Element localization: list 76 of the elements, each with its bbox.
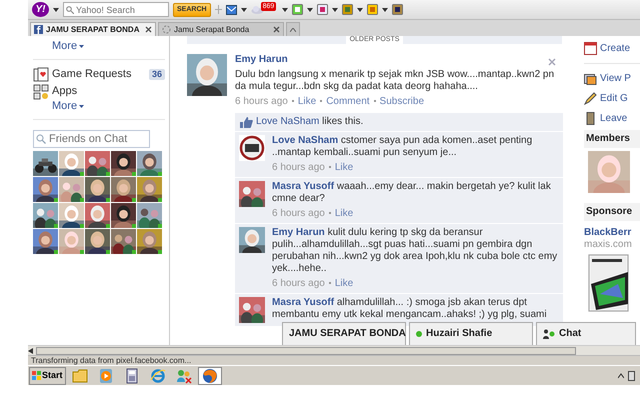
action-link[interactable]: Comment <box>326 96 370 107</box>
browser-tab[interactable]: Jamu Serapat Bonda <box>158 22 284 36</box>
arrow-icon <box>28 348 34 354</box>
comment-text: Emy Harun kulit dulu kering tp skg da beransur pulih...alhamdulillah...sgt puas hati...suami pn gembira dgn perubahan nih...kwn2 yg dok area Ipoh,klu nk cuba bole ctc emy yek....hehe.. <box>272 227 558 275</box>
chevron-icon[interactable] <box>618 372 624 378</box>
chat-people-icon <box>543 329 555 339</box>
cards-icon <box>33 66 49 83</box>
caret-icon <box>79 45 84 48</box>
side-link[interactable]: Leave <box>584 110 640 127</box>
side-link[interactable]: Create <box>584 40 640 57</box>
search-icon <box>36 134 46 144</box>
browser-tab[interactable]: JAMU SERAPAT BONDA <box>30 22 156 36</box>
calendar-icon <box>584 42 597 55</box>
new-tab-button[interactable] <box>286 22 300 36</box>
chat-tab[interactable]: JAMU SERAPAT BONDA <box>282 322 406 345</box>
caret-icon <box>290 28 296 32</box>
yahoo-logo[interactable]: Y! <box>32 2 49 17</box>
action-link[interactable]: Subscribe <box>380 96 424 107</box>
app-icon[interactable] <box>392 4 403 15</box>
search-field[interactable]: Yahoo! Search <box>63 2 169 17</box>
more-link[interactable]: More <box>33 100 84 114</box>
section-header: Members <box>584 130 640 148</box>
author-name[interactable]: Emy Harun <box>235 54 563 66</box>
count-badge: 36 <box>148 69 165 80</box>
search-icon <box>66 6 74 14</box>
door-icon <box>584 112 597 125</box>
timestamp: 6 hours ago <box>272 278 325 289</box>
timestamp: 6 hours ago <box>235 96 288 107</box>
close-icon[interactable] <box>145 26 152 33</box>
online-dot <box>416 331 422 337</box>
side-link[interactable]: Edit G <box>584 90 640 107</box>
sidebar-item[interactable]: Apps <box>33 83 165 100</box>
search-field[interactable]: Friends on Chat <box>33 130 150 148</box>
caret-icon[interactable] <box>282 8 288 12</box>
browser-icon <box>150 368 166 384</box>
windows-icon <box>32 371 41 380</box>
tray-icon[interactable] <box>628 370 635 380</box>
pencil-icon <box>584 92 597 105</box>
photo-icon <box>584 72 597 85</box>
side-link[interactable]: View P <box>584 70 640 87</box>
chat-tab[interactable]: Chat <box>536 322 636 345</box>
caret-icon[interactable] <box>306 8 313 12</box>
ad-title[interactable]: BlackBerr <box>584 227 640 239</box>
scrollbar[interactable] <box>28 345 640 355</box>
caret-icon[interactable] <box>382 8 388 12</box>
section-header: Sponsore <box>584 203 640 221</box>
mail-icon[interactable] <box>226 4 237 14</box>
comment-text: Masra Yusoff alhamdulillah... :) smoga jsb akan terus dpt membantu emy utk kekal mengancam..ahaks! ;) yg plg, suami <box>272 297 548 321</box>
timestamp: 6 hours ago <box>272 162 325 173</box>
start-button[interactable]: Start <box>29 366 66 384</box>
people-icon <box>176 368 192 384</box>
caret-icon[interactable] <box>356 8 363 12</box>
chat-tab[interactable]: Huzairi Shafie <box>409 322 533 345</box>
comment-text: Masra Yusoff waaah...emy dear... makin bergetah ye? kulit lak cmne dear? <box>272 181 552 205</box>
sidebar-item[interactable]: Game Requests 36 <box>33 66 165 84</box>
likes-text: Love NaSham likes this. <box>256 116 364 128</box>
caret-icon[interactable] <box>53 8 59 12</box>
comment-text: Love NaSham cstomer saya pun ada komen..aset penting ..mantap kembali..suami pun senyum je... <box>272 135 534 159</box>
loading-icon <box>162 25 171 34</box>
apps-icon <box>33 84 49 100</box>
folder-icon <box>72 368 88 384</box>
caret-icon <box>79 105 84 108</box>
close-icon[interactable] <box>273 26 280 33</box>
fox-globe-icon <box>202 368 218 384</box>
facebook-icon <box>34 25 43 34</box>
action-link[interactable]: Like <box>298 96 316 107</box>
taskbar-button[interactable] <box>198 366 222 384</box>
caret-icon[interactable] <box>332 8 338 12</box>
timestamp: 6 hours ago <box>272 208 325 219</box>
round-logo-icon <box>239 135 265 161</box>
more-link[interactable]: More <box>33 40 84 54</box>
like-icon <box>240 116 253 128</box>
ad-domain: maxis.com <box>584 239 633 251</box>
status-text: Transforming data from pixel.facebook.com... <box>28 355 640 365</box>
post-text: Dulu bdn langsung x menarik tp sejak mkn JSB wow....mantap..kwn2 pn da mula tegur...bdn skg da padat kata deorg hahaha.... <box>235 69 556 93</box>
caret-icon[interactable] <box>240 8 247 12</box>
